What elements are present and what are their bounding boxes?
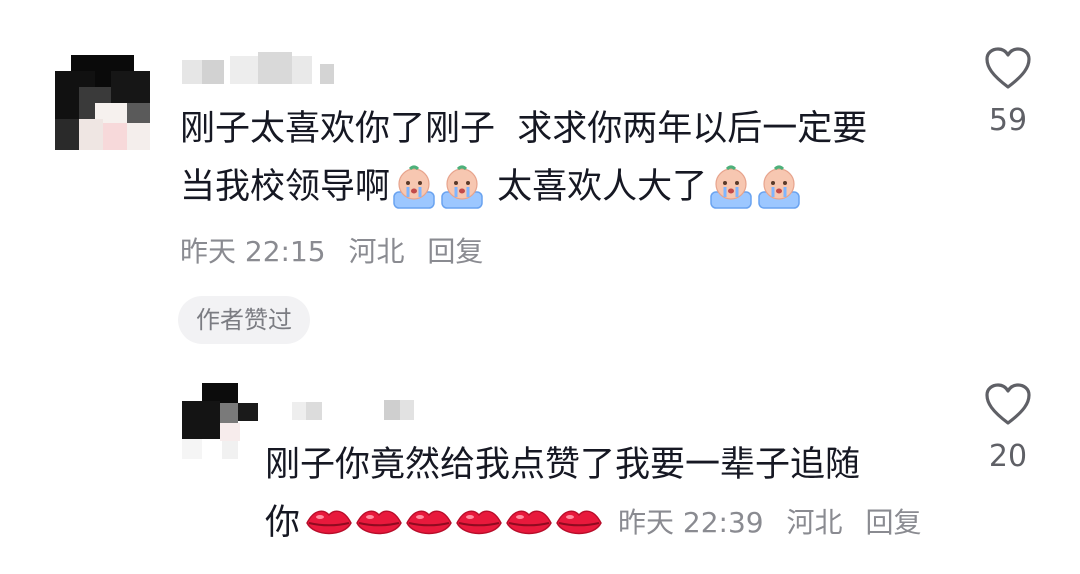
comment-text-line-2: 当我校领导啊 太喜欢人大了 [180, 164, 803, 210]
comment-time: 昨天 22:15 [180, 235, 326, 268]
username-blurred[interactable] [292, 398, 432, 424]
crying-baby-emoji [710, 165, 752, 209]
heart-icon [985, 383, 1031, 425]
heart-icon [985, 47, 1031, 89]
author-liked-badge: 作者赞过 [178, 296, 310, 344]
reply-button[interactable]: 回复 [427, 235, 483, 268]
lips-emoji [406, 510, 452, 535]
comment-location: 河北 [348, 235, 405, 268]
crying-baby-emoji-group [707, 164, 803, 210]
lips-emoji [506, 510, 552, 535]
comment-text-line-2: 你 昨天 22:39 河北 回复 [265, 500, 935, 546]
like-button[interactable]: 59 [978, 46, 1038, 140]
crying-baby-emoji [393, 165, 435, 209]
comment-location: 河北 [786, 506, 843, 539]
reply-button[interactable]: 回复 [865, 506, 921, 539]
comment-meta: 昨天 22:15 河北 回复 [180, 234, 497, 270]
like-count: 59 [988, 103, 1028, 138]
lips-emoji [456, 510, 502, 535]
like-button[interactable]: 20 [978, 382, 1038, 476]
crying-baby-emoji [441, 165, 483, 209]
comment-text-line-1: 刚子你竟然给我点赞了我要一辈子追随 [265, 445, 861, 485]
crying-baby-emoji [758, 165, 800, 209]
lips-emoji [306, 510, 352, 535]
comment-meta: 昨天 22:39 河北 回复 [618, 505, 935, 541]
comment-time: 昨天 22:39 [618, 506, 764, 539]
lips-emoji-group [304, 503, 604, 543]
like-count: 20 [988, 439, 1028, 474]
lips-emoji [356, 510, 402, 535]
username-blurred[interactable] [180, 52, 340, 90]
avatar[interactable] [182, 383, 258, 459]
crying-baby-emoji-group [390, 164, 486, 210]
avatar[interactable] [55, 55, 150, 150]
lips-emoji [556, 510, 602, 535]
comment-text-line-1: 刚子太喜欢你了刚子 求求你两年以后一定要 [180, 109, 868, 149]
